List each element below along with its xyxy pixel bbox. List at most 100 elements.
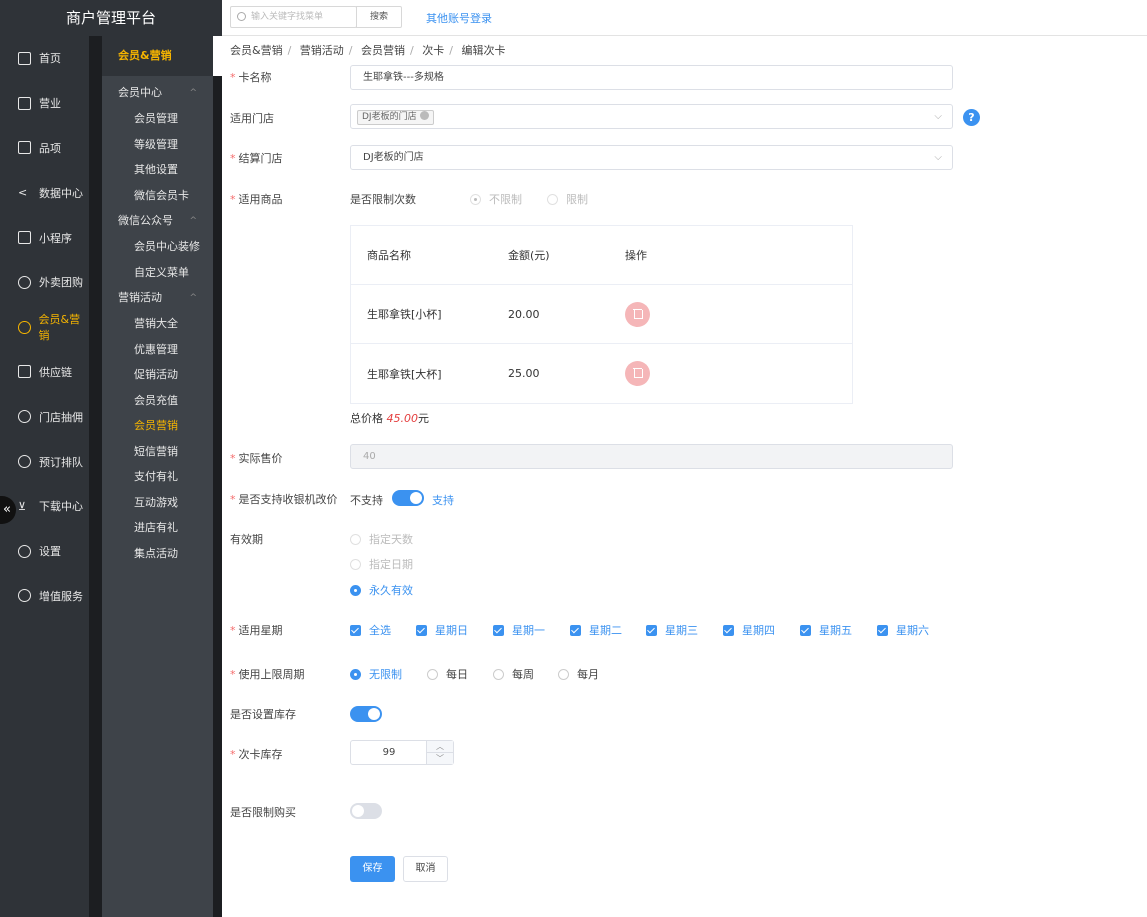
subnav-item[interactable]: 营销大全	[102, 311, 213, 337]
subnav-item[interactable]: 等级管理	[102, 132, 213, 158]
subnav-group-wechat[interactable]: 微信公众号 ^	[102, 208, 213, 234]
chevron-down-icon[interactable]: ﹀	[426, 752, 453, 764]
monthly-radio[interactable]: 每月	[558, 666, 599, 682]
weekday-checkbox[interactable]: 星期一	[493, 622, 545, 638]
card-name-input[interactable]: 生耶拿铁---多规格	[350, 65, 953, 90]
weekday-checkbox[interactable]: 星期二	[570, 622, 622, 638]
sidebar-item-commission[interactable]: 门店抽佣	[0, 394, 89, 439]
sidebar-item-products[interactable]: 品项	[0, 126, 89, 171]
limit-count-label: 是否限制次数	[350, 193, 416, 206]
breadcrumb-item[interactable]: 次卡	[422, 44, 444, 57]
sidebar-item-settings[interactable]: 设置	[0, 529, 89, 574]
delete-button[interactable]	[625, 301, 650, 327]
settle-store-select[interactable]: DJ老板的门店 ⌵	[350, 145, 953, 170]
cancel-button[interactable]: 取消	[403, 856, 448, 882]
breadcrumb-item[interactable]: 会员&营销	[230, 44, 283, 57]
chevron-up-icon: ^	[189, 216, 197, 226]
subnav-item[interactable]: 进店有礼	[102, 515, 213, 541]
weekly-radio[interactable]: 每周	[493, 666, 534, 682]
subnav-item[interactable]: 集点活动	[102, 541, 213, 567]
sidebar-item-home[interactable]: 首页	[0, 36, 89, 81]
alarm-icon	[18, 589, 31, 603]
search-input[interactable]: 输入关键字找菜单	[230, 6, 357, 28]
sidebar-item-member-marketing[interactable]: 会员&营销	[0, 305, 89, 350]
help-icon[interactable]: ?	[963, 109, 980, 126]
subnav-item[interactable]: 互动游戏	[102, 490, 213, 516]
unlimited-radio[interactable]: 无限制	[350, 666, 402, 682]
truck-icon	[18, 365, 31, 379]
actual-price-label: * 实际售价	[230, 452, 283, 465]
sidebar-item-value-added[interactable]: 增值服务	[0, 574, 89, 619]
weekday-checkbox[interactable]: 星期四	[723, 622, 775, 638]
sidebar-item-reservation[interactable]: 预订排队	[0, 439, 89, 484]
close-icon[interactable]	[419, 111, 429, 120]
subnav-item[interactable]: 微信会员卡	[102, 183, 213, 209]
validity-label: 有效期	[230, 533, 263, 546]
weekday-checkbox[interactable]: 星期三	[646, 622, 698, 638]
search-icon	[237, 12, 246, 21]
subnav-item[interactable]: 会员充值	[102, 388, 213, 414]
no-limit-radio[interactable]: 不限制	[470, 191, 522, 207]
weekday-checkbox[interactable]: 星期六	[877, 622, 929, 638]
other-account-login-link[interactable]: 其他账号登录	[426, 10, 492, 26]
subnav-item[interactable]: 会员管理	[102, 106, 213, 132]
chevron-up-icon[interactable]: ︿	[426, 741, 453, 753]
limit-purchase-label: 是否限制购买	[230, 806, 296, 819]
stock-stepper[interactable]: 99 ︿ ﹀	[350, 740, 454, 765]
subnav-item[interactable]: 会员中心装修	[102, 234, 213, 260]
subnav-item[interactable]: 短信营销	[102, 439, 213, 465]
save-button[interactable]: 保存	[350, 856, 395, 882]
subnav-item[interactable]: 促销活动	[102, 362, 213, 388]
subnav-item[interactable]: 自定义菜单	[102, 260, 213, 286]
sidebar-item-label: 数据中心	[39, 186, 83, 200]
weekday-checkbox-all[interactable]: 全选	[350, 622, 391, 638]
set-stock-switch[interactable]	[350, 706, 382, 722]
support-text: 支持	[432, 494, 454, 507]
database-icon	[18, 410, 31, 424]
weekday-checkbox[interactable]: 星期五	[800, 622, 852, 638]
subnav-item[interactable]: 优惠管理	[102, 337, 213, 363]
sidebar-item-supply-chain[interactable]: 供应链	[0, 350, 89, 395]
daily-radio[interactable]: 每日	[427, 666, 468, 682]
subnav-item-active[interactable]: 会员营销	[102, 413, 213, 439]
cashier-change-switch[interactable]	[392, 490, 424, 506]
sidebar-item-mini-program[interactable]: 小程序	[0, 215, 89, 260]
goods-label: * 适用商品	[230, 193, 283, 206]
phone-icon	[18, 231, 31, 245]
sidebar-item-label: 设置	[39, 545, 61, 559]
goods-table: 商品名称 金额(元) 操作 生耶拿铁[小杯] 20.00 生耶拿铁[大杯] 25…	[350, 225, 853, 404]
app-title: 商户管理平台	[0, 0, 222, 36]
limit-purchase-switch[interactable]	[350, 803, 382, 819]
breadcrumb-item-current: 编辑次卡	[461, 44, 506, 57]
delete-button[interactable]	[625, 361, 650, 386]
sidebar-item-label: 预订排队	[39, 455, 83, 469]
sidebar-item-data-center[interactable]: < 数据中心	[0, 170, 89, 215]
home-icon	[18, 51, 31, 65]
permanent-radio[interactable]: 永久有效	[350, 582, 413, 598]
breadcrumb-item[interactable]: 会员营销	[361, 44, 405, 57]
bike-icon	[18, 275, 31, 289]
sidebar-item-label: 会员&营销	[38, 313, 81, 343]
breadcrumb: 会员&营销 / 营销活动 / 会员营销 / 次卡 / 编辑次卡	[230, 44, 506, 57]
stock-value[interactable]: 99	[351, 741, 427, 764]
chevron-up-icon: ^	[189, 293, 197, 303]
limit-radio[interactable]: 限制	[547, 191, 588, 207]
top-bar: 输入关键字找菜单 搜索 其他账号登录	[222, 0, 1147, 36]
chevron-up-icon: ^	[189, 88, 197, 98]
cashier-change-label: * 是否支持收银机改价	[230, 493, 338, 506]
breadcrumb-item[interactable]: 营销活动	[300, 44, 344, 57]
subnav-group-marketing[interactable]: 营销活动 ^	[102, 285, 213, 311]
days-radio[interactable]: 指定天数	[350, 531, 413, 547]
subnav-item[interactable]: 支付有礼	[102, 464, 213, 490]
scroll-strip	[213, 76, 222, 917]
subnav-item[interactable]: 其他设置	[102, 157, 213, 183]
subnav-group-member-center[interactable]: 会员中心 ^	[102, 80, 213, 106]
sidebar-item-delivery[interactable]: 外卖团购	[0, 260, 89, 305]
sidebar-item-business[interactable]: 营业	[0, 81, 89, 126]
weekday-checkbox[interactable]: 星期日	[416, 622, 468, 638]
stores-select[interactable]: DJ老板的门店 ⌵	[350, 104, 953, 129]
date-radio[interactable]: 指定日期	[350, 556, 413, 572]
search-button[interactable]: 搜索	[356, 6, 402, 28]
sidebar-item-label: 供应链	[39, 365, 72, 379]
sidebar-divider	[89, 36, 102, 917]
